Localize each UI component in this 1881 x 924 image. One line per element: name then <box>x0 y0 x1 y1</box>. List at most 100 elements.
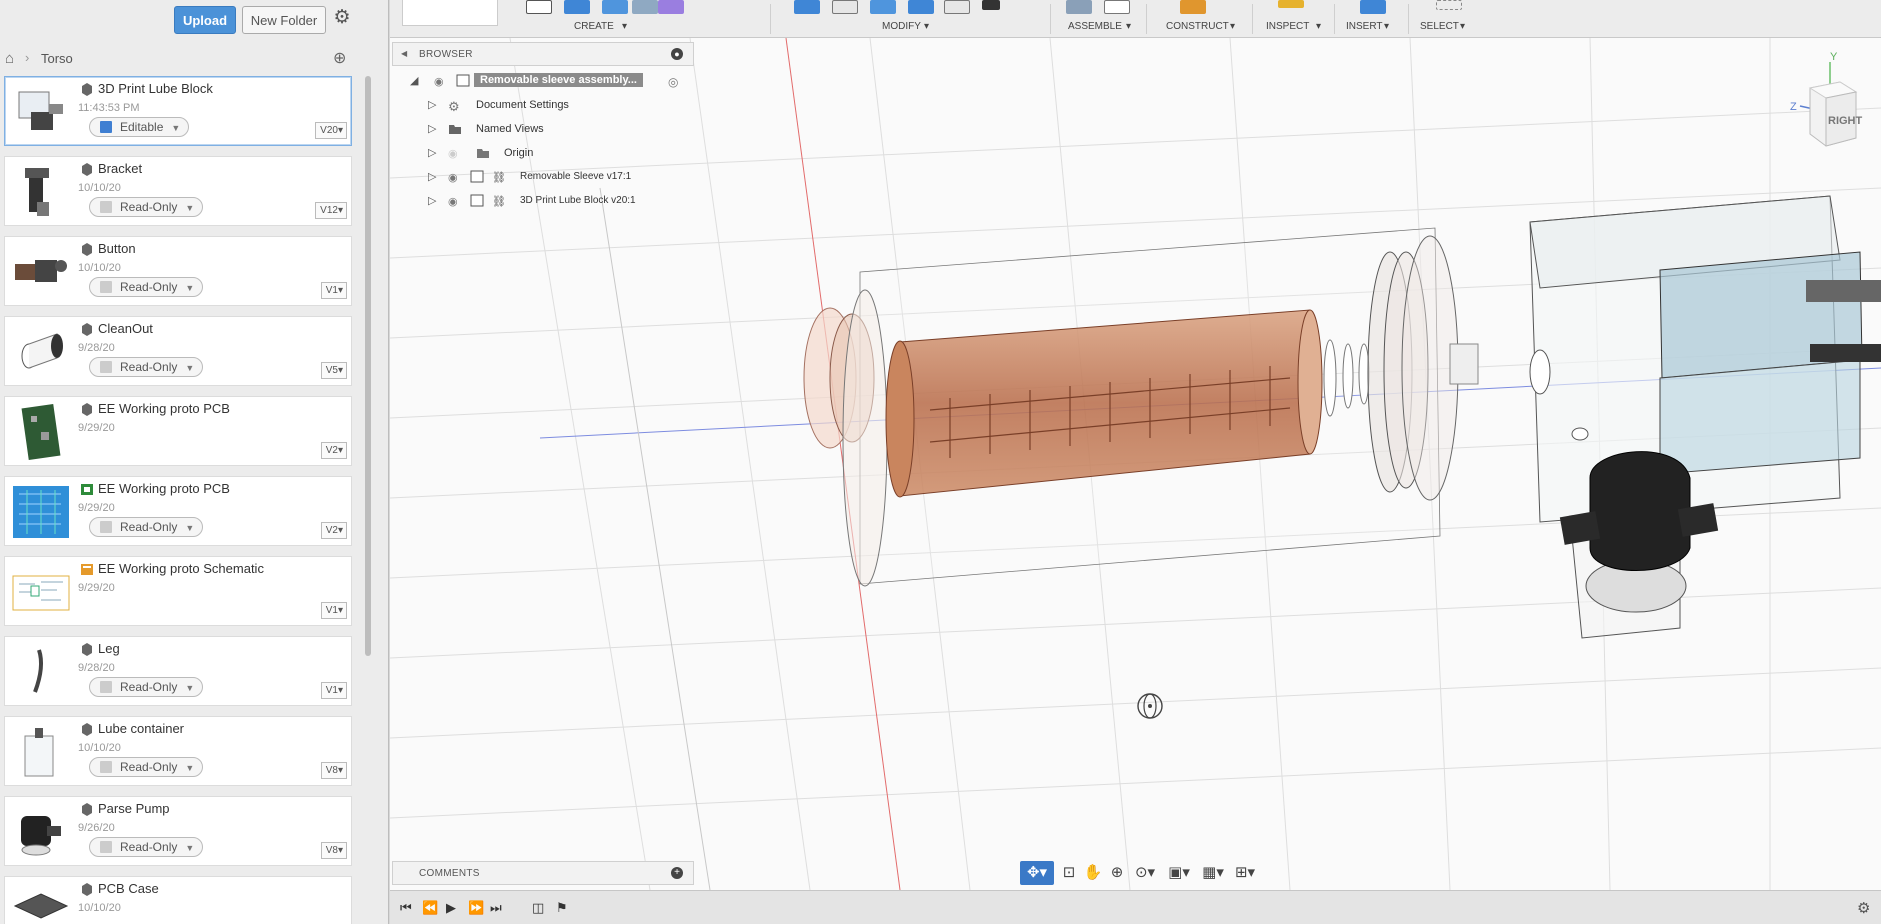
move-icon[interactable] <box>982 0 1000 10</box>
toolbar-menu-select[interactable]: SELECT <box>1420 21 1459 32</box>
expand-arrow-icon[interactable]: ▷ <box>428 170 436 183</box>
eye-icon[interactable]: ◉ <box>434 75 444 88</box>
file-card[interactable]: EE Working proto PCB 9/29/20 V2▾ <box>4 396 352 466</box>
orbit-center-icon[interactable] <box>1137 693 1163 719</box>
eye-hidden-icon[interactable]: ◉ <box>448 147 458 160</box>
upload-button[interactable]: Upload <box>174 6 236 34</box>
comments-panel[interactable]: COMMENTS + <box>392 861 694 885</box>
gear-icon[interactable]: ⚙ <box>332 8 352 28</box>
expand-arrow-icon[interactable]: ▷ <box>428 98 436 111</box>
new-component-icon[interactable] <box>1066 0 1092 14</box>
file-list-scrollbar[interactable] <box>365 76 371 656</box>
view-cube-face-label[interactable]: RIGHT <box>1828 115 1863 127</box>
combine-icon[interactable] <box>944 0 970 14</box>
skip-to-start-icon[interactable]: ⏮ <box>400 900 412 916</box>
removable-sleeve-model[interactable] <box>803 227 1479 587</box>
file-status-dropdown[interactable]: Editable ▼ <box>89 117 190 137</box>
file-status-dropdown[interactable]: Read-Only ▼ <box>89 277 204 297</box>
version-dropdown[interactable]: V12▾ <box>315 202 347 219</box>
measure-icon[interactable] <box>1278 0 1304 8</box>
file-status-dropdown[interactable]: Read-Only ▼ <box>89 837 204 857</box>
viewports-icon[interactable]: ⊞▾ <box>1230 861 1260 885</box>
offset-plane-icon[interactable] <box>1180 0 1206 14</box>
browser-item-named-views[interactable]: ▷ Named Views <box>392 118 694 140</box>
lube-block-model[interactable] <box>1529 195 1881 639</box>
version-dropdown[interactable]: V1▾ <box>320 282 347 299</box>
toolbar-menu-insert[interactable]: INSERT <box>1346 21 1383 32</box>
chamfer-icon[interactable] <box>870 0 896 14</box>
select-icon[interactable] <box>1436 0 1462 10</box>
fit-zoom-icon[interactable]: ⊙▾ <box>1130 861 1160 885</box>
file-card[interactable]: EE Working proto Schematic 9/29/20 V1▾ <box>4 556 352 626</box>
toolbar-menu-create[interactable]: CREATE <box>574 21 614 32</box>
version-dropdown[interactable]: V2▾ <box>320 442 347 459</box>
file-status-dropdown[interactable]: Read-Only ▼ <box>89 677 204 697</box>
version-dropdown[interactable]: V5▾ <box>320 362 347 379</box>
file-status-dropdown[interactable]: Read-Only ▼ <box>89 357 204 377</box>
file-card[interactable]: 3D Print Lube Block 11:43:53 PM Editable… <box>4 76 352 146</box>
view-cube[interactable]: Y Z RIGHT <box>1790 48 1870 158</box>
globe-icon[interactable]: ⊕ <box>333 48 346 68</box>
file-card[interactable]: PCB Case 10/10/20 <box>4 876 352 924</box>
eye-icon[interactable]: ◉ <box>448 195 458 208</box>
close-icon[interactable]: ● <box>671 48 683 60</box>
document-tab[interactable] <box>402 0 498 26</box>
file-status-dropdown[interactable]: Read-Only ▼ <box>89 197 204 217</box>
timeline-marker-icon[interactable]: ⚑ <box>556 900 568 916</box>
file-card[interactable]: EE Working proto PCB 9/29/20 Read-Only ▼ … <box>4 476 352 546</box>
eye-icon[interactable]: ◉ <box>448 171 458 184</box>
expand-arrow-icon[interactable]: ▷ <box>428 146 436 159</box>
file-card[interactable]: CleanOut 9/28/20 Read-Only ▼ V5▾ <box>4 316 352 386</box>
play-icon[interactable]: ▶ <box>446 900 456 916</box>
add-comment-icon[interactable]: + <box>671 867 683 879</box>
joint-icon[interactable] <box>1104 0 1130 14</box>
toolbar-menu-construct[interactable]: CONSTRUCT <box>1166 21 1229 32</box>
collapse-icon[interactable]: ◀ <box>401 49 407 58</box>
file-card[interactable]: Leg 9/28/20 Read-Only ▼ V1▾ <box>4 636 352 706</box>
version-dropdown[interactable]: V1▾ <box>320 682 347 699</box>
extrude-icon[interactable] <box>564 0 590 14</box>
version-dropdown[interactable]: V8▾ <box>320 842 347 859</box>
gear-icon[interactable]: ⚙ <box>1857 899 1870 917</box>
browser-item-removable-sleeve[interactable]: ▷ ◉ ⛓ Removable Sleeve v17:1 <box>392 166 694 188</box>
display-settings-icon[interactable]: ▣▾ <box>1164 861 1194 885</box>
fillet-icon[interactable] <box>832 0 858 14</box>
expand-arrow-icon[interactable]: ▷ <box>428 122 436 135</box>
browser-root-row[interactable]: ◢ ◉ Removable sleeve assembly... ◎ <box>392 70 694 92</box>
breadcrumb-folder[interactable]: Torso <box>41 51 73 66</box>
step-forward-icon[interactable]: ⏩ <box>468 900 484 916</box>
pan-icon[interactable]: ✋ <box>1082 861 1104 885</box>
look-at-icon[interactable]: ⊡ <box>1058 861 1080 885</box>
activate-radio-icon[interactable]: ◎ <box>668 75 678 89</box>
file-card[interactable]: Bracket 10/10/20 Read-Only ▼ V12▾ <box>4 156 352 226</box>
file-status-dropdown[interactable]: Read-Only ▼ <box>89 757 204 777</box>
browser-item-document-settings[interactable]: ▷ ⚙ Document Settings <box>392 94 694 116</box>
timeline-component-icon[interactable]: ◫ <box>532 900 544 916</box>
shell-icon[interactable] <box>908 0 934 14</box>
hole-icon[interactable] <box>632 0 658 14</box>
toolbar-menu-modify[interactable]: MODIFY <box>882 21 921 32</box>
home-icon[interactable]: ⌂ <box>5 50 14 67</box>
file-status-dropdown[interactable]: Read-Only ▼ <box>89 517 204 537</box>
step-back-icon[interactable]: ⏪ <box>422 900 438 916</box>
version-dropdown[interactable]: V20▾ <box>315 122 347 139</box>
sketch-icon[interactable] <box>526 0 552 14</box>
insert-image-icon[interactable] <box>1360 0 1386 14</box>
file-card[interactable]: Parse Pump 9/26/20 Read-Only ▼ V8▾ <box>4 796 352 866</box>
toolbar-menu-inspect[interactable]: INSPECT <box>1266 21 1309 32</box>
version-dropdown[interactable]: V8▾ <box>320 762 347 779</box>
expand-arrow-icon[interactable]: ◢ <box>410 74 418 87</box>
browser-item-lube-block[interactable]: ▷ ◉ ⛓ 3D Print Lube Block v20:1 <box>392 190 694 212</box>
orbit-icon[interactable]: ✥▾ <box>1020 861 1054 885</box>
press-pull-icon[interactable] <box>794 0 820 14</box>
form-icon[interactable] <box>658 0 684 14</box>
zoom-icon[interactable]: ⊕ <box>1106 861 1128 885</box>
expand-arrow-icon[interactable]: ▷ <box>428 194 436 207</box>
version-dropdown[interactable]: V1▾ <box>320 602 347 619</box>
skip-to-end-icon[interactable]: ⏭ <box>490 900 502 916</box>
revolve-icon[interactable] <box>602 0 628 14</box>
new-folder-button[interactable]: New Folder <box>242 6 326 34</box>
file-card[interactable]: Lube container 10/10/20 Read-Only ▼ V8▾ <box>4 716 352 786</box>
browser-header[interactable]: ◀ BROWSER ● <box>392 42 694 66</box>
toolbar-menu-assemble[interactable]: ASSEMBLE <box>1068 21 1122 32</box>
